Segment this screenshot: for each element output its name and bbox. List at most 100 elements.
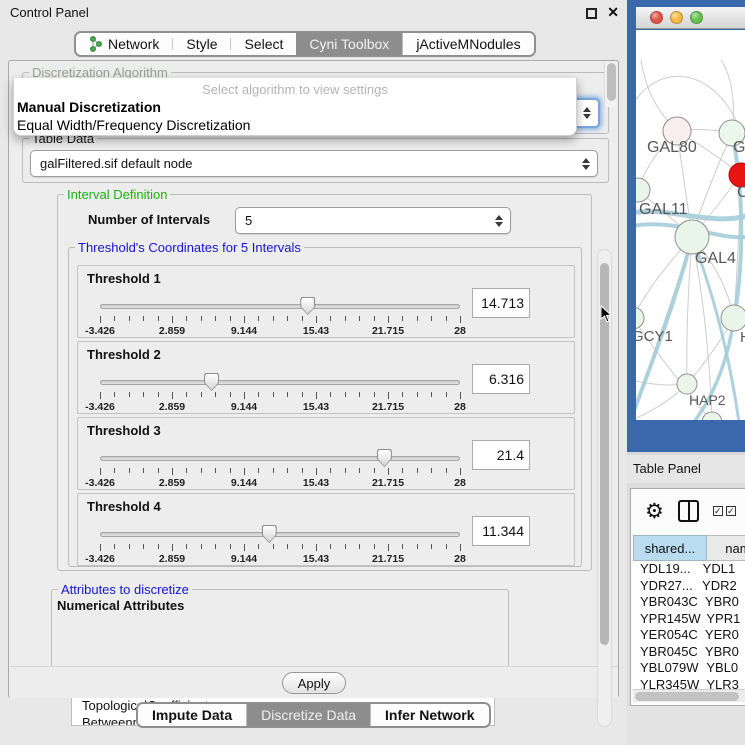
table-row[interactable]: YDL19...YDL1 [633,561,745,578]
slider-tick [302,544,303,549]
tab-cyni-toolbox[interactable]: Cyni Toolbox [296,33,402,55]
tab-discretize-data[interactable]: Discretize Data [246,704,370,726]
slider-tick [316,544,317,551]
float-icon[interactable] [586,8,597,19]
apply-button[interactable]: Apply [282,672,346,694]
algorithm-dropdown-popup: Select algorithm to view settings Manual… [13,78,577,136]
slider-tick-label: 15.43 [303,477,329,489]
cell-shared-name: YDL19... [633,561,692,578]
slider-handle[interactable] [300,297,315,315]
combo-stepper-icon [575,151,597,176]
slider-tick [345,544,346,549]
slider-tick-label: 15.43 [303,553,329,565]
slider-track[interactable] [100,456,460,461]
slider-track[interactable] [100,380,460,385]
slider-tick [258,468,259,473]
tab-jactivemnodules[interactable]: jActiveMNodules [402,33,533,55]
table-data-combobox[interactable]: galFiltered.sif default node [30,150,598,177]
slider-tick [287,316,288,321]
slider-tick [460,544,461,551]
slider-tick [417,392,418,397]
network-node[interactable] [721,305,745,331]
slider-tick [129,544,130,549]
threshold-value-field[interactable]: 14.713 [472,288,530,318]
cell-shared-name: YBR043C [633,594,698,611]
cell-shared-name: YPR145W [633,611,701,628]
slider-tick-label: 2.859 [159,553,185,565]
slider-tick [100,392,101,399]
column-header-name[interactable]: name [707,535,745,561]
slider-tick [374,544,375,549]
table-rows[interactable]: YDL19...YDL1YDR27...YDR2YBR043CYBR0YPR14… [633,561,745,689]
dropdown-item-manual[interactable]: Manual Discretization [14,99,576,115]
slider-tick [201,316,202,321]
network-node[interactable] [636,307,644,329]
slider-tick [158,544,159,549]
slider-tick-label: 28 [454,553,466,565]
tab-impute-data[interactable]: Impute Data [138,704,246,726]
cell-name: YER0 [698,627,745,644]
cell-name: YDL1 [692,561,745,578]
threshold-value-field[interactable]: 6.316 [472,364,530,394]
table-row[interactable]: YBR043CYBR0 [633,594,745,611]
close-icon[interactable]: ✕ [607,4,619,21]
network-node[interactable] [675,220,709,254]
network-canvas[interactable]: GAL80GACGAL11GAL4GCY1HHAP2 [636,30,745,420]
table-row[interactable]: YPR145WYPR1 [633,611,745,628]
network-node[interactable] [677,374,697,394]
slider-tick [359,544,360,549]
slider-handle[interactable] [377,449,392,467]
column-header-shared-name[interactable]: shared... [633,535,707,561]
slider-tick-label: -3.426 [85,477,115,489]
network-view-window: GAL80GACGAL11GAL4GCY1HHAP2 [627,0,745,452]
threshold-slider: -3.4262.8599.14415.4321.71528 [100,448,460,488]
slider-tick [143,544,144,549]
mac-close-button[interactable] [650,11,663,24]
threshold-panel: Threshold 3-3.4262.8599.14415.4321.71528… [77,417,575,490]
table-row[interactable]: YBL079WYBL0 [633,660,745,677]
slider-tick-label: -3.426 [85,553,115,565]
slider-tick [431,316,432,321]
slider-track[interactable] [100,532,460,537]
tab-infer-network[interactable]: Infer Network [370,704,488,726]
threshold-slider: -3.4262.8599.14415.4321.71528 [100,296,460,336]
number-of-intervals-combobox[interactable]: 5 [235,207,511,234]
slider-tick [287,544,288,549]
mac-minimize-button[interactable] [670,11,683,24]
mac-zoom-button[interactable] [690,11,703,24]
attributes-scrollbar[interactable] [604,62,617,107]
slider-tick [172,392,173,399]
slider-tick [359,392,360,397]
gear-icon[interactable]: ⚙ [645,501,664,522]
slider-tick-label: 28 [454,325,466,337]
slider-tick [129,392,130,397]
table-row[interactable]: YLR345WYLR3 [633,677,745,690]
threshold-value-field[interactable]: 21.4 [472,440,530,470]
slider-track[interactable] [100,304,460,309]
tab-select[interactable]: Select [231,33,296,55]
table-row[interactable]: YDR27...YDR2 [633,578,745,595]
thresholds-group: Threshold's Coordinates for 5 Intervals … [68,247,582,567]
table-horizontal-scrollbar[interactable] [633,689,745,702]
slider-tick [143,316,144,321]
slider-tick-label: 9.144 [231,325,257,337]
slider-tick-label: 9.144 [231,401,257,413]
slider-handle[interactable] [262,525,277,543]
slider-tick [402,468,403,473]
select-columns-icons[interactable]: ✓ ✓ [713,506,736,516]
slider-tick [374,468,375,473]
slider-tick [201,468,202,473]
dropdown-item-equal-width[interactable]: Equal Width/Frequency Discretization [14,117,576,133]
table-row[interactable]: YBR045CYBR0 [633,644,745,661]
tab-network[interactable]: Network [76,33,172,55]
split-columns-icon[interactable] [678,500,699,522]
slider-tick [215,468,216,473]
slider-tick [186,392,187,397]
slider-handle[interactable] [204,373,219,391]
table-row[interactable]: YER054CYER0 [633,627,745,644]
slider-tick [244,468,245,475]
threshold-value-field[interactable]: 11.344 [472,516,530,546]
tab-style[interactable]: Style [173,33,230,55]
table-panel-titlebar: Table Panel [627,455,745,483]
slider-tick [215,392,216,397]
